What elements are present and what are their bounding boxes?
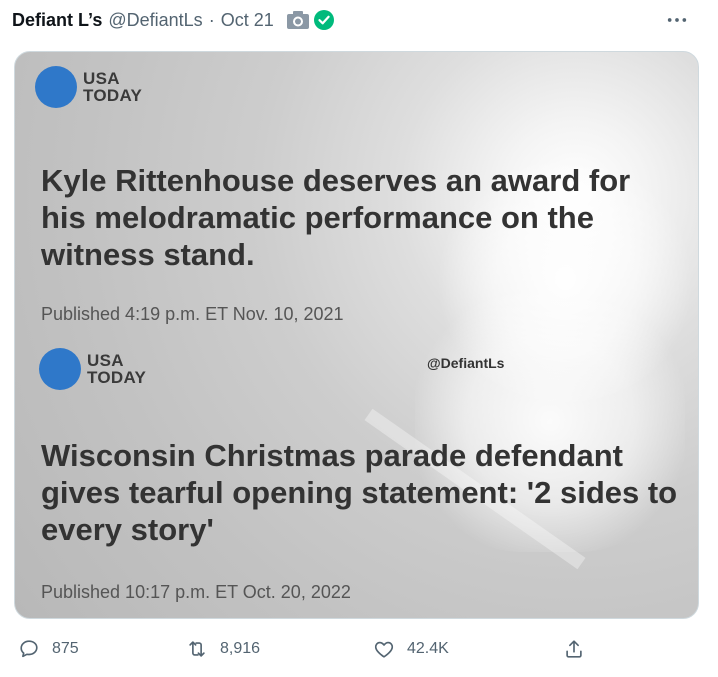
reply-count: 875 — [52, 640, 79, 657]
logo-text: USA TODAY — [83, 69, 143, 105]
published-date-1: Published 4:19 p.m. ET Nov. 10, 2021 — [41, 304, 344, 324]
watermark: @DefiantLs — [427, 355, 505, 371]
headline-2: Wisconsin Christmas parade defendant giv… — [41, 438, 678, 547]
share-button[interactable] — [563, 635, 585, 663]
separator: · — [208, 9, 215, 30]
display-name[interactable]: Defiant L’s — [12, 10, 102, 31]
published-date-2: Published 10:17 p.m. ET Oct. 20, 2022 — [41, 582, 351, 602]
logo-text: USA TODAY — [87, 351, 147, 387]
tweet-actions: 875 8,916 42.4K — [18, 635, 706, 663]
tweet-header: Defiant L’s @DefiantLs · Oct 21 — [12, 8, 706, 32]
logo-circle — [39, 348, 81, 390]
headline-1: Kyle Rittenhouse deserves an award for h… — [41, 163, 631, 272]
retweet-count: 8,916 — [220, 640, 261, 657]
usa-today-logo: USA TODAY — [39, 348, 146, 390]
verified-check-icon — [313, 10, 334, 30]
retweet-icon — [189, 641, 205, 657]
tweet-date[interactable]: Oct 21 — [221, 10, 274, 31]
like-count: 42.4K — [407, 640, 449, 657]
user-handle[interactable]: @DefiantLs — [108, 10, 202, 31]
logo-circle — [35, 66, 77, 108]
like-button[interactable]: 42.4K — [373, 635, 449, 663]
camera-icon — [286, 10, 310, 30]
retweet-button[interactable]: 8,916 — [186, 635, 260, 663]
usa-today-logo: USA TODAY — [35, 66, 142, 108]
more-icon[interactable] — [662, 8, 692, 32]
tweet-image[interactable]: USA TODAY Kyle Rittenhouse deserves an a… — [14, 51, 699, 619]
like-icon — [374, 641, 394, 658]
reply-icon — [20, 640, 38, 658]
share-icon — [566, 640, 582, 658]
reply-button[interactable]: 875 — [18, 635, 79, 663]
